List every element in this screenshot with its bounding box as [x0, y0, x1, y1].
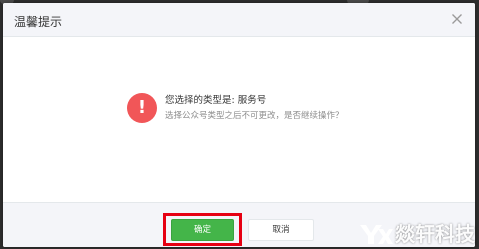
warning-icon-glyph: !: [137, 97, 147, 118]
dialog-body: ! 您选择的类型是: 服务号 选择公众号类型之后不可更改，是否继续操作？: [3, 37, 475, 202]
close-icon[interactable]: [451, 13, 463, 25]
message-description: 选择公众号类型之后不可更改，是否继续操作？: [165, 111, 344, 121]
watermark: 燚轩科技: [359, 221, 475, 247]
dialog-header: 温馨提示: [3, 3, 475, 37]
confirm-button[interactable]: 确定: [171, 219, 234, 241]
warning-icon: !: [127, 93, 157, 123]
cancel-button[interactable]: 取消: [248, 219, 314, 241]
watermark-logo-icon: [360, 225, 393, 244]
watermark-text: 燚轩科技: [395, 222, 475, 246]
confirm-dialog: 温馨提示 ! 您选择的类型是: 服务号 选择公众号类型之后不可更改，是否继续操作…: [3, 3, 475, 247]
dialog-title: 温馨提示: [14, 15, 63, 29]
message-title: 您选择的类型是: 服务号: [165, 95, 267, 106]
